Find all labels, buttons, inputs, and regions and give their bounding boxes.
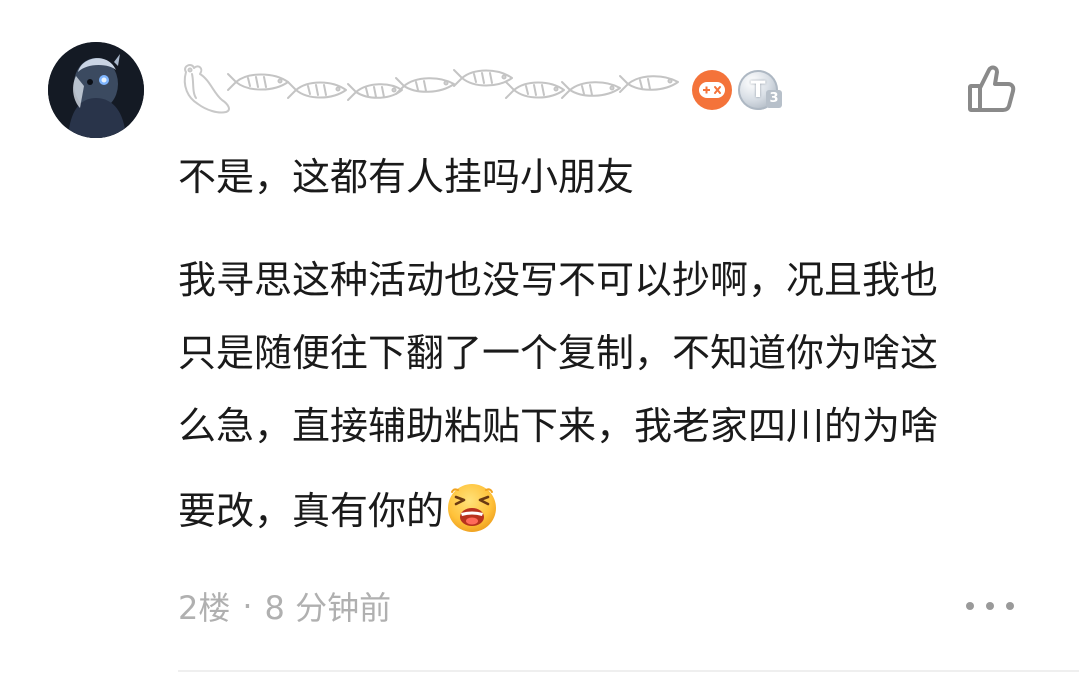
divider	[178, 670, 1079, 672]
game-controller-icon	[699, 82, 725, 98]
comment-text: 不是，这都有人挂吗小朋友 我寻思这种活动也没写不可以抄啊，况且我也 只是随便往下…	[178, 140, 1038, 533]
meta-separator: ·	[242, 587, 253, 625]
level-badge[interactable]: T 3	[738, 70, 782, 110]
comment-meta: 2楼 · 8 分钟前	[178, 584, 391, 628]
comment-line-text: 要改，真有你的	[178, 489, 445, 533]
level-number: 3	[766, 90, 782, 108]
laughing-emoji-icon	[446, 482, 498, 534]
comment-line: 我寻思这种活动也没写不可以抄啊，况且我也	[178, 258, 939, 302]
floor-number: 2楼	[178, 589, 231, 627]
username-art[interactable]	[178, 60, 686, 116]
decorative-fish-username	[183, 64, 679, 114]
comment-line: 只是随便往下翻了一个复制，不知道你为啥这	[178, 331, 939, 375]
avatar-image	[48, 42, 144, 138]
avatar[interactable]	[48, 42, 144, 138]
timestamp: 8 分钟前	[264, 589, 392, 627]
like-button[interactable]	[960, 62, 1020, 118]
comment-line: 么急，直接辅助粘贴下来，我老家四川的为啥	[178, 404, 939, 448]
thumbs-up-icon	[968, 65, 1016, 112]
game-badge[interactable]	[692, 70, 732, 110]
more-dots-icon	[986, 602, 994, 610]
comment-line-last: 要改，真有你的	[178, 463, 1038, 559]
more-dots-icon	[1006, 602, 1014, 610]
comment-paragraph-1: 不是，这都有人挂吗小朋友	[178, 140, 1038, 214]
comment-paragraph-2: 我寻思这种活动也没写不可以抄啊，况且我也 只是随便往下翻了一个复制，不知道你为啥…	[178, 244, 1038, 559]
comment-item: T 3 不是，这都有人挂吗小朋友 我寻思这种活动也没写不可以抄啊，况且我也 只是…	[0, 0, 1079, 681]
comment-line: 不是，这都有人挂吗小朋友	[178, 155, 635, 199]
more-options-button[interactable]	[966, 590, 1014, 622]
more-dots-icon	[966, 602, 974, 610]
